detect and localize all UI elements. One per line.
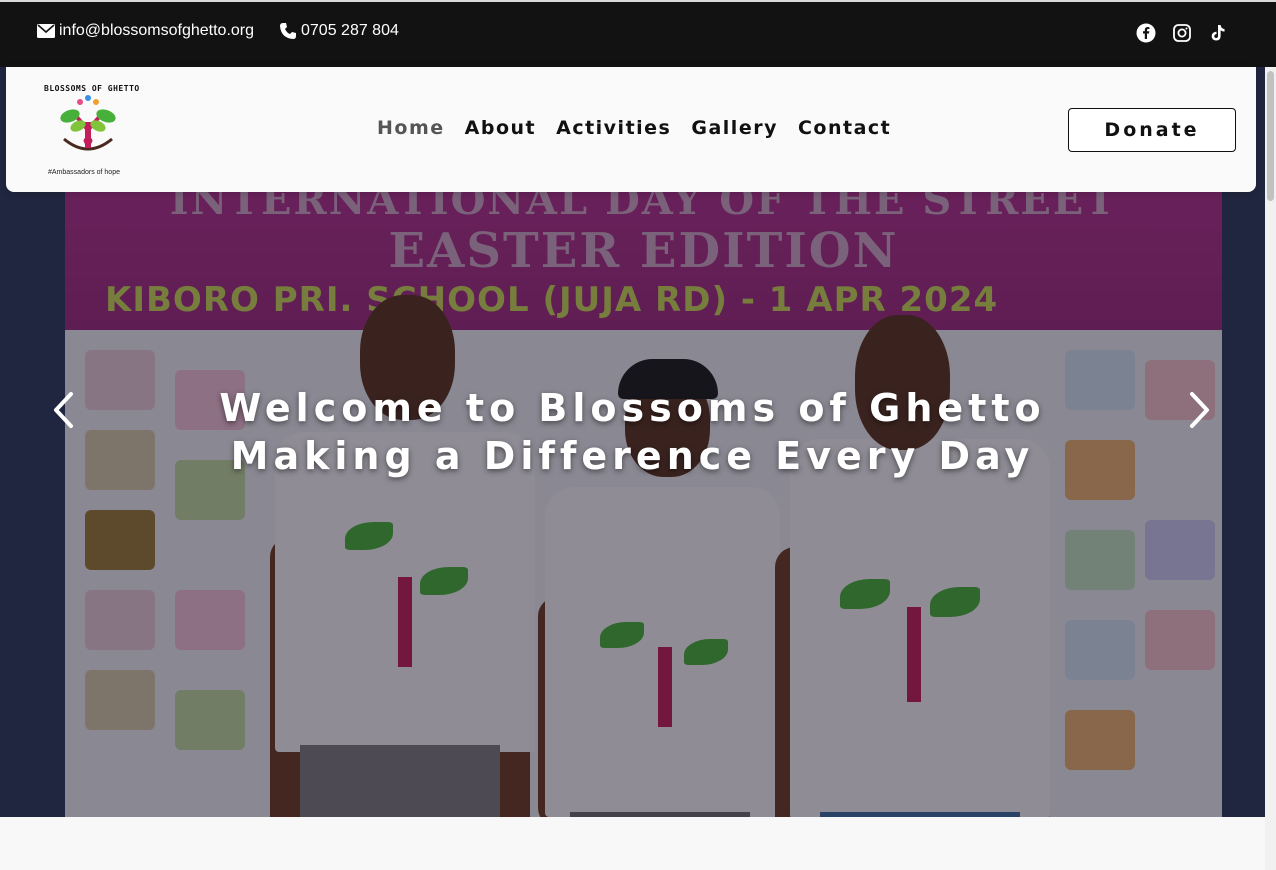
chevron-left-icon: [54, 392, 73, 428]
email-text: info@blossomsofghetto.org: [59, 22, 255, 39]
primary-nav: Home About Activities Gallery Contact: [377, 117, 911, 139]
carousel-prev-button[interactable]: [45, 390, 85, 430]
nav-item-activities[interactable]: Activities: [556, 117, 671, 139]
nav-item-home[interactable]: Home: [377, 117, 445, 139]
tree-logo-icon: [60, 95, 116, 151]
phone-link[interactable]: 0705 287 804: [279, 22, 399, 40]
facebook-icon[interactable]: [1136, 23, 1156, 43]
instagram-icon[interactable]: [1172, 23, 1192, 43]
phone-text: 0705 287 804: [301, 22, 399, 39]
hero-title-line-1: Welcome to Blossoms of Ghetto: [219, 386, 1046, 430]
carousel-next-button[interactable]: [1178, 390, 1218, 430]
logo-tagline: #Ambassadors of hope: [48, 169, 120, 176]
hero-title-line-2: Making a Difference Every Day: [230, 434, 1035, 478]
tiktok-icon[interactable]: [1208, 23, 1228, 43]
envelope-icon: [37, 24, 55, 38]
main-navbar: BLOSSOMS OF GHETTO #Ambassadors of hope …: [6, 67, 1256, 192]
nav-item-about[interactable]: About: [465, 117, 536, 139]
social-links: [1120, 23, 1228, 43]
nav-item-contact[interactable]: Contact: [798, 117, 891, 139]
page-scrollbar[interactable]: [1265, 67, 1276, 870]
logo-title: BLOSSOMS OF GHETTO: [44, 84, 140, 93]
top-contact-bar: info@blossomsofghetto.org 0705 287 804: [0, 2, 1276, 67]
phone-icon: [280, 23, 296, 39]
nav-item-gallery[interactable]: Gallery: [691, 117, 778, 139]
chevron-right-icon: [1190, 392, 1209, 428]
email-link[interactable]: info@blossomsofghetto.org: [37, 22, 254, 40]
donate-button[interactable]: Donate: [1068, 108, 1236, 152]
scrollbar-thumb[interactable]: [1267, 71, 1274, 201]
